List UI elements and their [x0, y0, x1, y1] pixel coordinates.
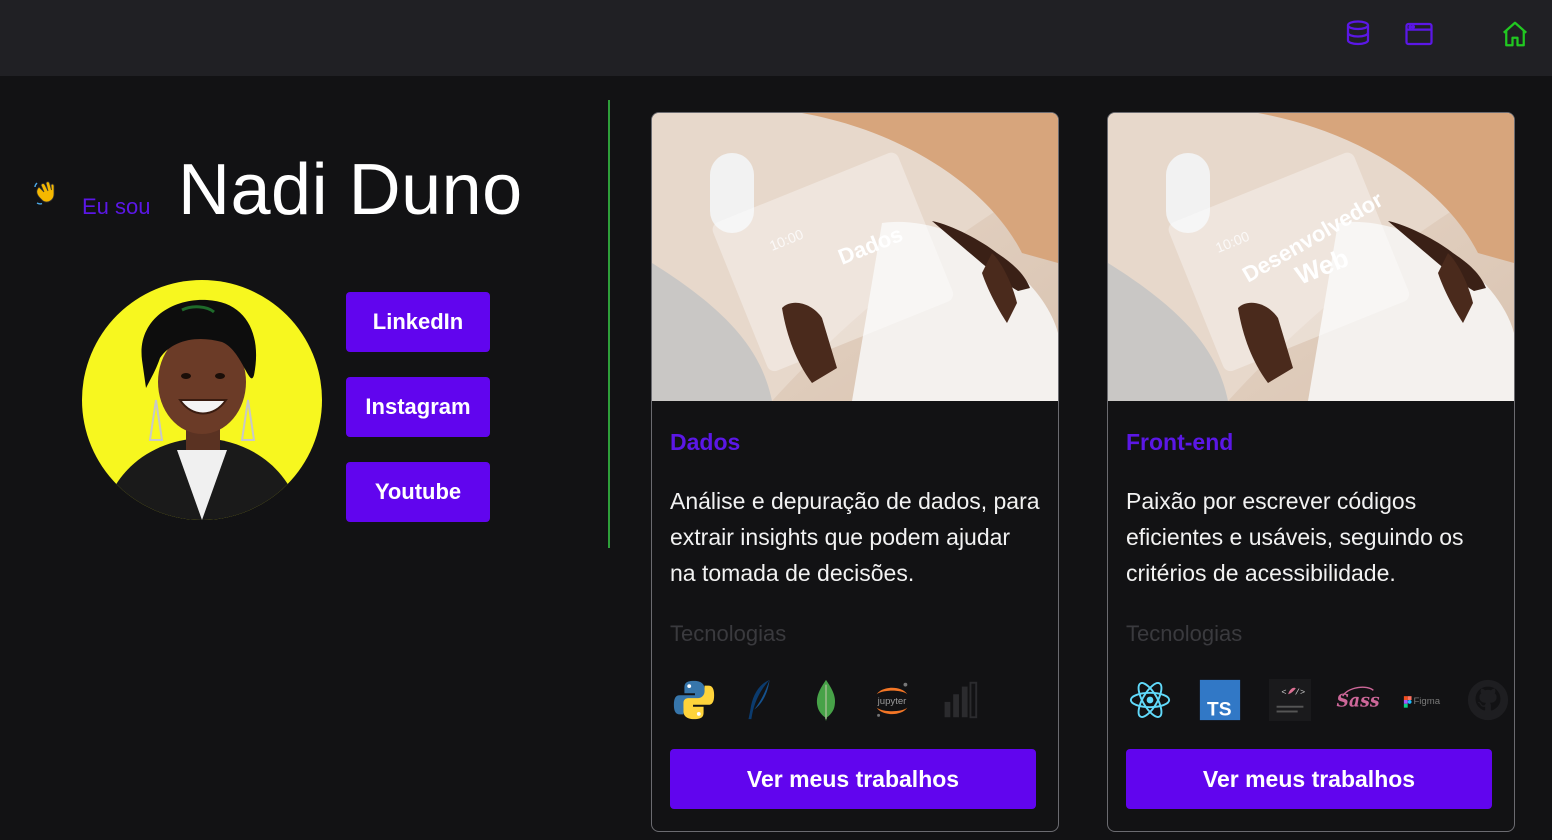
- tech-icons-row: jupyter: [670, 675, 1000, 725]
- pandas-feather-icon: [736, 676, 784, 724]
- card-front-end: 10:00 Desenvolvedor Web Front-end Paixão…: [1107, 112, 1515, 832]
- view-works-button-dados[interactable]: Ver meus trabalhos: [670, 749, 1036, 809]
- avatar: [82, 280, 322, 520]
- react-icon: [1126, 676, 1174, 724]
- card-tech-label: Tecnologias: [1126, 621, 1243, 646]
- sass-icon: Sass: [1334, 676, 1382, 724]
- tech-icons-row: TS < /> Sass Figma: [1126, 675, 1512, 725]
- view-works-button-front-end[interactable]: Ver meus trabalhos: [1126, 749, 1492, 809]
- figma-label: Figma: [1413, 696, 1440, 707]
- card-title: Front-end: [1126, 429, 1234, 455]
- database-icon[interactable]: [1342, 18, 1374, 50]
- waving-hand-icon: [32, 178, 60, 206]
- card-tech-label: Tecnologias: [670, 621, 787, 646]
- card-image-front-end: 10:00 Desenvolvedor Web: [1108, 113, 1514, 401]
- card-title: Dados: [670, 429, 741, 455]
- powerbi-icon: [934, 676, 982, 724]
- card-description: Análise e depuração de dados, para extra…: [670, 488, 1040, 586]
- svg-text:/>: />: [1295, 687, 1305, 697]
- top-navbar: [0, 0, 1552, 76]
- typescript-label: TS: [1207, 699, 1232, 720]
- hero-intro-text: Eu sou: [82, 194, 151, 219]
- vertical-divider: [608, 100, 610, 548]
- home-icon[interactable]: [1499, 18, 1531, 50]
- svg-text:<: <: [1281, 687, 1286, 697]
- jupyter-icon: jupyter: [868, 676, 916, 724]
- youtube-button[interactable]: Youtube: [346, 462, 490, 522]
- typescript-icon: TS: [1196, 676, 1244, 724]
- jupyter-label: jupyter: [877, 696, 908, 707]
- hero-name: Nadi Duno: [178, 150, 523, 230]
- styled-components-icon: < />: [1266, 676, 1314, 724]
- browser-window-icon[interactable]: [1403, 18, 1435, 50]
- python-icon: [670, 676, 718, 724]
- figma-icon: Figma: [1400, 676, 1448, 724]
- card-dados: 10:00 Dados Dados Análise e depuração de…: [651, 112, 1059, 832]
- linkedin-button[interactable]: LinkedIn: [346, 292, 490, 352]
- card-image-dados: 10:00 Dados: [652, 113, 1058, 401]
- instagram-button[interactable]: Instagram: [346, 377, 490, 437]
- github-icon: [1464, 676, 1512, 724]
- card-description: Paixão por escrever códigos eficientes e…: [1126, 488, 1464, 586]
- mongodb-icon: [802, 676, 850, 724]
